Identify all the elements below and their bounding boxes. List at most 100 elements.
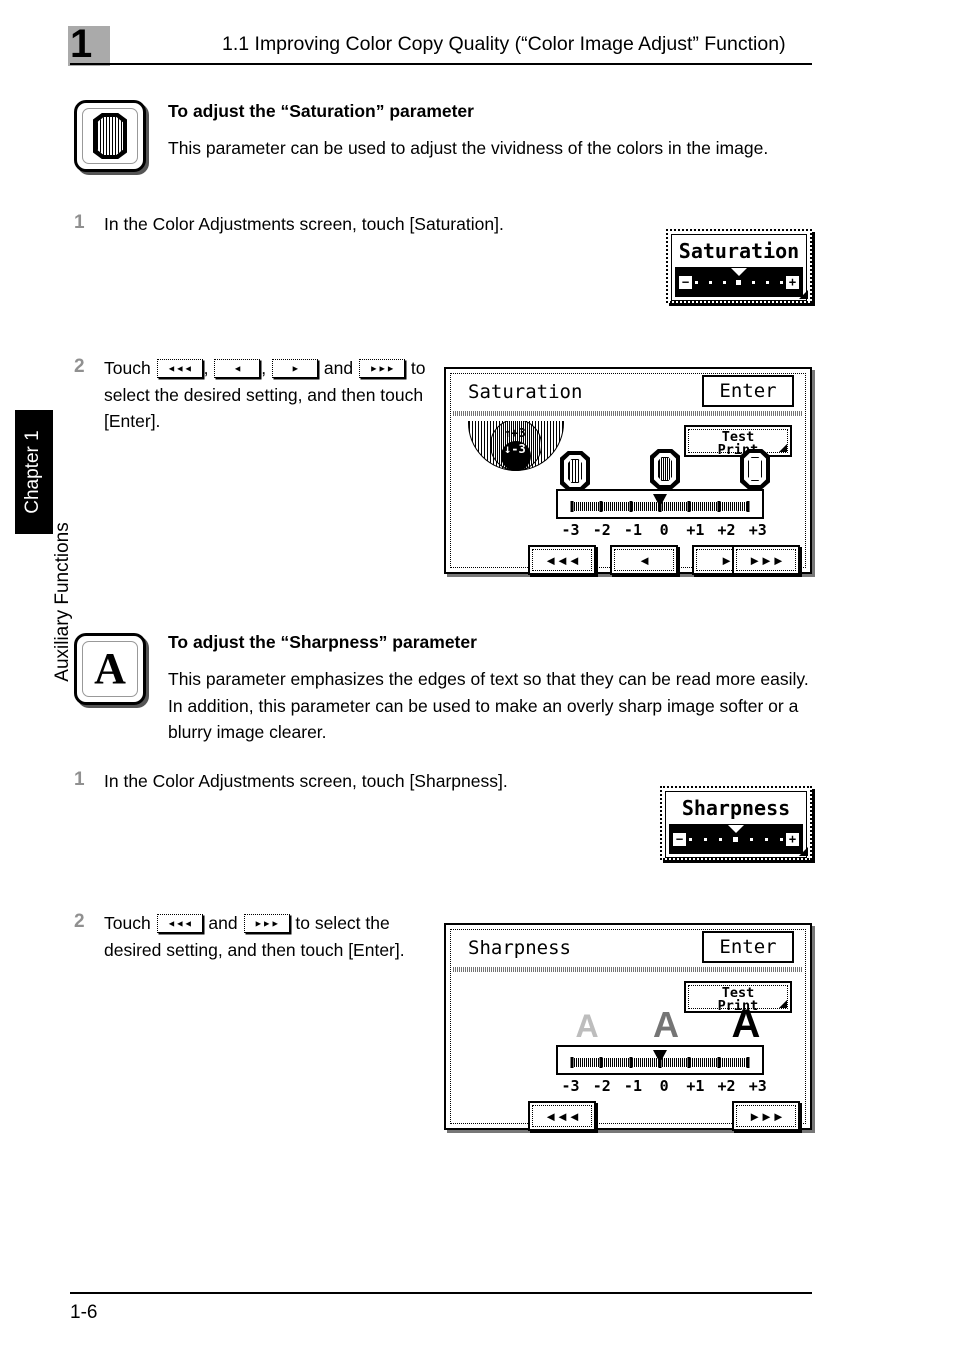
chapter-number: 1 (70, 22, 92, 66)
sharpness-key-level-bar: − + (669, 824, 803, 854)
sat-tick-+2: +2 (717, 521, 736, 539)
sharpness-step-2-number: 2 (74, 911, 85, 932)
sharpness-heading: To adjust the “Sharpness” parameter (168, 632, 477, 652)
page-number: 1-6 (70, 1302, 98, 1323)
saturation-step-2-part-0: Touch (104, 358, 156, 378)
shp-tick-0: 0 (659, 1077, 669, 1095)
sharpness-enter-button[interactable]: Enter (702, 931, 794, 963)
saturation-step-2-part-3: and (319, 358, 358, 378)
sharpness-key-graphic[interactable]: Sharpness − + (660, 786, 812, 860)
saturation-test-print-fold-icon (779, 444, 787, 452)
saturation-section-icon-inner (82, 108, 138, 164)
sharpness-section-icon-inner: A (82, 641, 138, 697)
saturation-key-marker-icon (731, 268, 747, 276)
saturation-step-1-number: 1 (74, 212, 85, 233)
saturation-key-corner-fold-icon (799, 290, 808, 299)
saturation-slider-labels: -3 -2 -1 0 +1 +2 +3 (556, 521, 767, 541)
letter-a-icon: A (94, 644, 126, 693)
saturation-fast-rewind-button[interactable]: ◄◄◄ (528, 545, 596, 575)
page-title: 1.1 Improving Color Copy Quality (“Color… (222, 33, 786, 55)
saturation-gauge-icon: ↑+3 ↓-3 (468, 421, 564, 471)
sharpness-sample-high: A (731, 1002, 761, 1046)
sharpness-key-minus-icon: − (673, 833, 686, 846)
sharpness-step-1-text: In the Color Adjustments screen, touch [… (104, 771, 508, 791)
mini-button-fast-forward-icon[interactable]: ►►► (358, 359, 405, 378)
saturation-test-print-inner: Test Print (688, 429, 788, 457)
sharpness-step-2-text: Touch ◄◄◄ and ►►► to select the desired … (104, 910, 419, 963)
sat-tick--2: -2 (592, 521, 611, 539)
mini-button-forward-icon[interactable]: ► (272, 359, 319, 378)
sharpness-slider-labels: -3 -2 -1 0 +1 +2 +3 (556, 1077, 767, 1097)
sharpness-panel-title: Sharpness (468, 937, 571, 959)
sharpness-slider[interactable] (556, 1045, 764, 1075)
sharpness-key-plus-icon: + (786, 833, 799, 846)
sharpness-key-corner-fold-icon (799, 847, 808, 856)
saturation-test-print-line2: Print (717, 442, 759, 458)
mini-button-fast-forward-icon-2[interactable]: ►►► (243, 914, 290, 933)
sharpness-test-print-fold-icon (779, 1000, 787, 1008)
saturation-fast-forward-icon: ►►► (736, 549, 796, 571)
sharpness-fast-rewind-icon: ◄◄◄ (532, 1105, 592, 1127)
header-divider (70, 63, 812, 66)
saturation-fast-rewind-icon: ◄◄◄ (532, 549, 592, 571)
saturation-step-2-part-2: , (261, 358, 272, 378)
mini-button-rewind-icon[interactable]: ◄ (214, 359, 261, 378)
saturation-rewind-icon: ◄ (614, 549, 674, 571)
sharpness-sample-mid: A (653, 1004, 679, 1045)
saturation-step-1-text: In the Color Adjustments screen, touch [… (104, 214, 504, 234)
saturation-gauge-high-label: ↑+3 (504, 426, 526, 440)
sharpness-section-icon: A (74, 633, 146, 705)
sat-tick--3: -3 (561, 521, 580, 539)
saturation-sample-low-icon (560, 451, 590, 491)
gem-icon (93, 113, 127, 159)
saturation-key-label: Saturation (678, 239, 800, 263)
saturation-section-icon (74, 100, 146, 172)
sharpness-fast-rewind-button[interactable]: ◄◄◄ (528, 1101, 596, 1131)
shp-tick-+3: +3 (748, 1077, 767, 1095)
mini-button-fast-rewind-icon[interactable]: ◄◄◄ (156, 359, 203, 378)
sat-tick-0: 0 (659, 521, 669, 539)
sharpness-slider-thumb[interactable] (653, 1050, 667, 1063)
shp-tick--3: -3 (561, 1077, 580, 1095)
sat-tick-+1: +1 (686, 521, 705, 539)
saturation-lcd-panel: Saturation Enter Test Print ↑+3 ↓-3 -3 -… (444, 367, 812, 575)
shp-tick--1: -1 (623, 1077, 642, 1095)
sharpness-fast-forward-button[interactable]: ►►► (732, 1101, 800, 1131)
sharpness-step-2-part-1: and (203, 913, 243, 933)
saturation-key-graphic[interactable]: Saturation − + (666, 229, 812, 303)
saturation-panel-title-divider (453, 411, 803, 416)
saturation-panel-title: Saturation (468, 381, 583, 403)
saturation-key-dots (695, 280, 783, 285)
sharpness-lcd-panel: Sharpness Enter Test Print A A A -3 -2 -… (444, 923, 812, 1131)
shp-tick--2: -2 (592, 1077, 611, 1095)
mini-button-fast-rewind-icon-2[interactable]: ◄◄◄ (156, 914, 203, 933)
saturation-sample-mid-icon (650, 449, 680, 489)
saturation-key-level-bar: − + (675, 267, 803, 297)
sharpness-description: This parameter emphasizes the edges of t… (168, 669, 809, 742)
saturation-step-2-text: Touch ◄◄◄, ◄, ► and ►►► to select the de… (104, 355, 434, 435)
saturation-fast-forward-button[interactable]: ►►► (732, 545, 800, 575)
saturation-slider[interactable] (556, 489, 764, 519)
saturation-rewind-button[interactable]: ◄ (610, 545, 678, 575)
saturation-slider-thumb[interactable] (653, 494, 667, 507)
saturation-heading: To adjust the “Saturation” parameter (168, 101, 474, 121)
footer-divider (70, 1292, 812, 1295)
sharpness-step-1-number: 1 (74, 769, 85, 790)
sat-tick--1: -1 (623, 521, 642, 539)
sharpness-key-inner: Sharpness − + (665, 791, 807, 858)
saturation-step-2-part-1: , (203, 358, 214, 378)
sharpness-key-label: Sharpness (681, 796, 791, 820)
saturation-step-2-number: 2 (74, 356, 85, 377)
sharpness-key-marker-icon (728, 825, 744, 833)
sharpness-step-2-part-0: Touch (104, 913, 156, 933)
shp-tick-+1: +1 (686, 1077, 705, 1095)
saturation-test-print-button[interactable]: Test Print (684, 425, 792, 457)
sharpness-sample-low: A (575, 1008, 599, 1044)
shp-tick-+2: +2 (717, 1077, 736, 1095)
saturation-key-plus-icon: + (786, 276, 799, 289)
saturation-enter-button[interactable]: Enter (702, 375, 794, 407)
saturation-key-minus-icon: − (679, 276, 692, 289)
saturation-key-inner: Saturation − + (671, 234, 807, 301)
sat-tick-+3: +3 (748, 521, 767, 539)
saturation-description: This parameter can be used to adjust the… (168, 138, 769, 158)
